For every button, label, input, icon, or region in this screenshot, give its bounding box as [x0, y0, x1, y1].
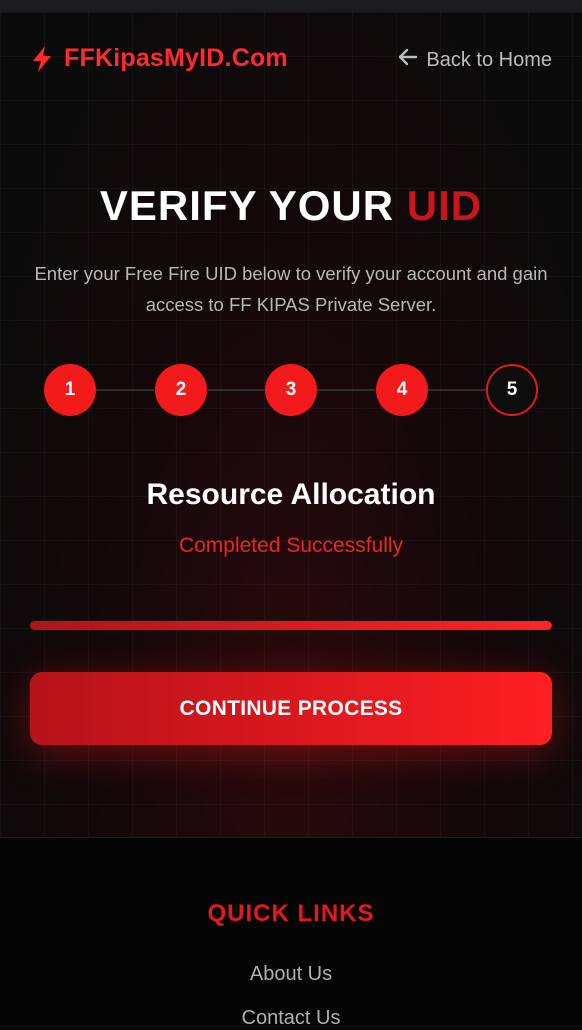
step-connector — [96, 389, 154, 391]
lightning-bolt-icon — [30, 45, 54, 73]
continue-process-button[interactable]: CONTINUE PROCESS — [30, 672, 552, 745]
arrow-left-icon — [398, 48, 426, 72]
brand-logo[interactable]: FFKipasMyID.Com — [30, 44, 288, 73]
site-footer — [0, 837, 582, 1025]
step-indicator: 1 2 3 4 5 — [0, 364, 582, 416]
step-4: 4 — [376, 364, 428, 416]
footer-link-contact-us[interactable]: Contact Us — [0, 1007, 582, 1030]
step-connector — [207, 389, 265, 391]
step-1: 1 — [44, 364, 96, 416]
status-bar-strip — [0, 0, 582, 12]
step-3: 3 — [265, 364, 317, 416]
status-title: Resource Allocation — [146, 478, 436, 511]
step-2: 2 — [155, 364, 207, 416]
title-accent: UID — [406, 182, 483, 229]
brand-name: FFKipasMyID.Com — [64, 44, 288, 72]
status-subtitle: Completed Successfully — [178, 534, 404, 557]
footer-link-about-us[interactable]: About Us — [0, 963, 582, 986]
back-link-label: Back to Home — [426, 48, 552, 71]
page-subtitle: Enter your Free Fire UID below to verify… — [34, 263, 548, 315]
step-connector — [428, 389, 486, 391]
quick-links-title: QUICK LINKS — [207, 900, 375, 927]
progress-bar — [30, 621, 552, 630]
back-to-home-link[interactable]: Back to Home — [398, 48, 552, 72]
progress-fill — [30, 621, 552, 630]
page-title: VERIFY YOUR UID — [0, 182, 582, 230]
step-5-current: 5 — [486, 364, 538, 416]
site-header: FFKipasMyID.Com Back to Home — [0, 40, 582, 80]
title-main: VERIFY YOUR — [99, 182, 407, 229]
step-connector — [317, 389, 375, 391]
